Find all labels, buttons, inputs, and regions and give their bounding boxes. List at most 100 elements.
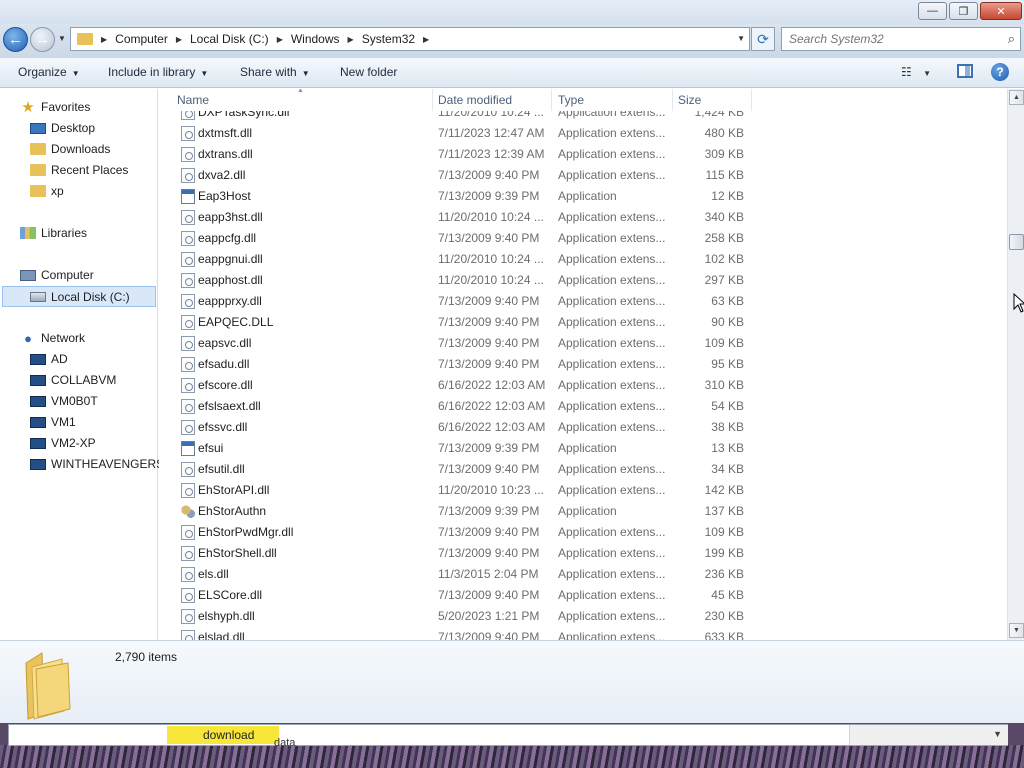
include-in-library-label: Include in library <box>108 65 196 79</box>
column-name[interactable]: Name <box>177 93 209 107</box>
chevron-down-icon: ▼ <box>923 69 932 78</box>
sidebar-item-ad[interactable]: AD <box>30 350 68 368</box>
file-date: 7/11/2023 12:47 AM <box>438 126 545 140</box>
vertical-scrollbar[interactable]: ▲ ▼ <box>1007 89 1024 640</box>
sidebar-item-libraries[interactable]: Libraries <box>20 224 87 242</box>
sidebar-item-computer[interactable]: Computer <box>20 266 94 284</box>
chevron-right-icon[interactable]: ▶ <box>348 35 354 44</box>
breadcrumb-computer[interactable]: Computer <box>115 32 168 46</box>
chevron-down-icon[interactable]: ▼ <box>993 729 1002 739</box>
file-row[interactable]: eappcfg.dll 7/13/2009 9:40 PM Application … <box>159 228 1007 249</box>
sidebar-item-xp[interactable]: xp <box>30 182 64 200</box>
file-row[interactable]: eappgnui.dll 11/20/2010 10:24 ... Applicat… <box>159 249 1007 270</box>
sidebar-item-vm2-xp[interactable]: VM2-XP <box>30 434 96 452</box>
file-rows: DXPTaskSync.dll 11/20/2010 10:24 ... Appli… <box>159 102 1007 640</box>
address-bar[interactable]: ▶ Computer ▶ Local Disk (C:) ▶ Windows ▶… <box>70 27 750 51</box>
file-row[interactable]: EhStorAuthn 7/13/2009 9:39 PM Application 1… <box>159 501 1007 522</box>
include-in-library-button[interactable]: Include in library ▼ <box>108 65 208 79</box>
forward-button[interactable]: → <box>30 27 55 52</box>
file-row[interactable]: efsutil.dll 7/13/2009 9:40 PM Application … <box>159 459 1007 480</box>
file-row[interactable]: eapphost.dll 11/20/2010 10:24 ... Applicat… <box>159 270 1007 291</box>
file-name: eappgnui.dll <box>198 252 263 266</box>
chevron-right-icon[interactable]: ▶ <box>277 35 283 44</box>
details-view-icon: ☷ <box>901 65 912 79</box>
background-peek-text: data <box>274 737 296 749</box>
file-row[interactable]: EhStorShell.dll 7/13/2009 9:40 PM Applicat… <box>159 543 1007 564</box>
chevron-right-icon[interactable]: ▶ <box>176 35 182 44</box>
computer-icon <box>30 374 46 386</box>
title-bar[interactable]: — ❐ ✕ <box>0 0 1024 24</box>
scroll-down-button[interactable]: ▼ <box>1009 623 1024 638</box>
sidebar-item-local-disk[interactable]: Local Disk (C:) <box>2 286 156 307</box>
refresh-button[interactable]: ⟳ <box>751 27 775 51</box>
file-date: 7/13/2009 9:40 PM <box>438 588 540 602</box>
file-row[interactable]: EhStorPwdMgr.dll 7/13/2009 9:40 PM Applica… <box>159 522 1007 543</box>
back-button[interactable]: ← <box>3 27 28 52</box>
maximize-button[interactable]: ❐ <box>949 2 978 20</box>
file-date: 7/13/2009 9:39 PM <box>438 189 540 203</box>
preview-pane-button[interactable] <box>957 64 973 78</box>
breadcrumb-windows[interactable]: Windows <box>291 32 340 46</box>
file-row[interactable]: eappprxy.dll 7/13/2009 9:40 PM Application… <box>159 291 1007 312</box>
file-name: efsadu.dll <box>198 357 250 371</box>
file-row[interactable]: els.dll 11/3/2015 2:04 PM Application exte… <box>159 564 1007 585</box>
file-row[interactable]: dxtmsft.dll 7/11/2023 12:47 AM Application… <box>159 123 1007 144</box>
file-row[interactable]: efssvc.dll 6/16/2022 12:03 AM Application … <box>159 417 1007 438</box>
file-row[interactable]: ELSCore.dll 7/13/2009 9:40 PM Application … <box>159 585 1007 606</box>
scrollbar-thumb[interactable] <box>1009 234 1024 250</box>
file-row[interactable]: elslad.dll 7/13/2009 9:40 PM Application e… <box>159 627 1007 640</box>
search-icon[interactable]: ⌕ <box>1008 31 1015 47</box>
scroll-up-button[interactable]: ▲ <box>1009 90 1024 105</box>
organize-button[interactable]: Organize ▼ <box>18 65 80 79</box>
desktop-icon <box>30 122 46 134</box>
file-row[interactable]: efsadu.dll 7/13/2009 9:40 PM Application e… <box>159 354 1007 375</box>
change-view-button[interactable]: ☷ ▼ <box>901 65 931 79</box>
file-row[interactable]: EAPQEC.DLL 7/13/2009 9:40 PM Application e… <box>159 312 1007 333</box>
file-row[interactable]: efscore.dll 6/16/2022 12:03 AM Application… <box>159 375 1007 396</box>
column-date-modified[interactable]: Date modified <box>438 93 512 107</box>
minimize-button[interactable]: — <box>918 2 947 20</box>
sidebar-label: VM0B0T <box>51 394 98 408</box>
chevron-right-icon[interactable]: ▶ <box>423 35 429 44</box>
file-row[interactable]: efsui 7/13/2009 9:39 PM Application 13 KB <box>159 438 1007 459</box>
file-row[interactable]: dxtrans.dll 7/11/2023 12:39 AM Application… <box>159 144 1007 165</box>
share-with-button[interactable]: Share with ▼ <box>240 65 310 79</box>
sidebar-item-wintheavengers[interactable]: WINTHEAVENGERS <box>30 455 164 473</box>
close-button[interactable]: ✕ <box>980 2 1022 20</box>
file-row[interactable]: dxva2.dll 7/13/2009 9:40 PM Application ex… <box>159 165 1007 186</box>
new-folder-button[interactable]: New folder <box>340 65 397 79</box>
sidebar-item-favorites[interactable]: ★ Favorites <box>20 98 90 116</box>
file-size: 297 KB <box>704 273 744 287</box>
column-type[interactable]: Type <box>558 93 584 107</box>
search-box[interactable]: ⌕ <box>781 27 1021 51</box>
file-date: 7/13/2009 9:40 PM <box>438 462 540 476</box>
sidebar-item-vm0b0t[interactable]: VM0B0T <box>30 392 98 410</box>
breadcrumb-local-disk[interactable]: Local Disk (C:) <box>190 32 269 46</box>
dll-file-icon <box>181 336 195 351</box>
sidebar-item-collabvm[interactable]: COLLABVM <box>30 371 116 389</box>
address-dropdown-icon[interactable]: ▼ <box>737 34 745 43</box>
file-row[interactable]: elshyph.dll 5/20/2023 1:21 PM Application … <box>159 606 1007 627</box>
breadcrumb-system32[interactable]: System32 <box>362 32 415 46</box>
sidebar-item-network[interactable]: ● Network <box>20 329 85 347</box>
column-header-row: ▲ Name Date modified Type Size <box>159 89 1007 111</box>
background-window[interactable]: download data ▼ <box>8 724 1008 749</box>
file-row[interactable]: EhStorAPI.dll 11/20/2010 10:23 ... Applica… <box>159 480 1007 501</box>
file-type: Application extens... <box>558 231 666 245</box>
help-button[interactable]: ? <box>991 63 1009 81</box>
file-row[interactable]: eapp3hst.dll 11/20/2010 10:24 ... Applicat… <box>159 207 1007 228</box>
file-row[interactable]: efslsaext.dll 6/16/2022 12:03 AM Applicati… <box>159 396 1007 417</box>
sidebar-item-desktop[interactable]: Desktop <box>30 119 95 137</box>
search-input[interactable] <box>782 28 992 50</box>
file-row[interactable]: eapsvc.dll 7/13/2009 9:40 PM Application e… <box>159 333 1007 354</box>
recent-pages-dropdown[interactable]: ▼ <box>58 34 66 43</box>
sidebar-item-recent-places[interactable]: Recent Places <box>30 161 128 179</box>
sidebar-item-vm1[interactable]: VM1 <box>30 413 76 431</box>
file-row[interactable]: Eap3Host 7/13/2009 9:39 PM Application 12 K… <box>159 186 1007 207</box>
file-type: Application extens... <box>558 273 666 287</box>
sidebar-item-downloads[interactable]: Downloads <box>30 140 110 158</box>
column-size[interactable]: Size <box>678 93 701 107</box>
chevron-right-icon[interactable]: ▶ <box>101 35 107 44</box>
file-list[interactable]: DXPTaskSync.dll 11/20/2010 10:24 ... Appli… <box>159 89 1007 640</box>
file-type: Application extens... <box>558 609 666 623</box>
